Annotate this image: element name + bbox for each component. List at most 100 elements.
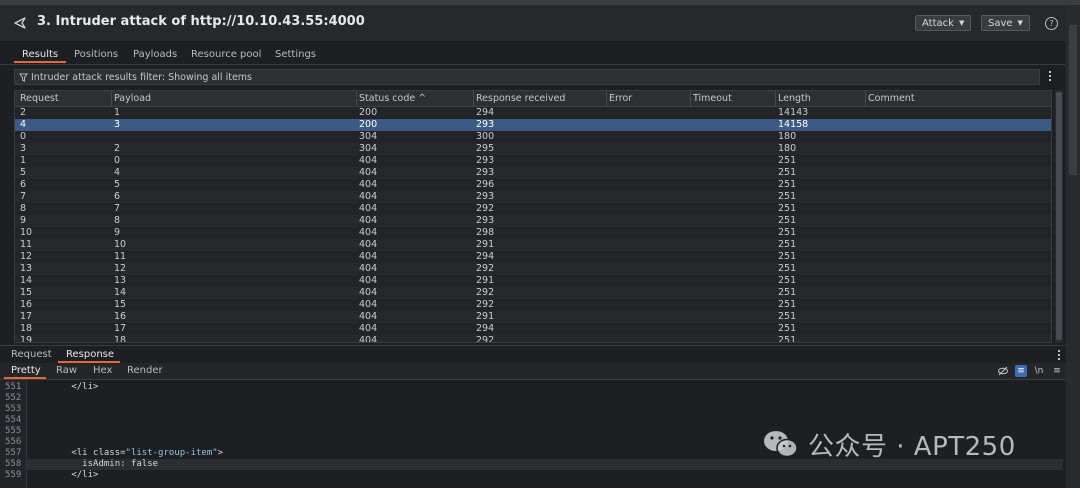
tab-positions[interactable]: Positions	[74, 49, 118, 60]
newline-icon[interactable]: \n	[1033, 365, 1045, 377]
help-icon[interactable]: ?	[1045, 17, 1058, 30]
cell-status-code: 404	[359, 323, 378, 334]
attack-button[interactable]: Attack ▼	[915, 15, 972, 31]
table-row[interactable]: 9 8 404 293 251	[15, 215, 1051, 227]
column-error[interactable]: Error	[609, 93, 632, 104]
tab-response[interactable]: Response	[66, 349, 114, 360]
cell-response-received: 291	[476, 239, 495, 250]
cell-response-received: 294	[476, 323, 495, 334]
table-row[interactable]: 2 1 200 294 14143	[15, 107, 1051, 119]
table-row[interactable]: 14 13 404 291 251	[15, 275, 1051, 287]
column-divider[interactable]	[775, 91, 776, 106]
tab-resource-pool[interactable]: Resource pool	[191, 49, 261, 60]
table-row[interactable]: 3 2 304 295 180	[15, 143, 1051, 155]
table-row[interactable]: 6 5 404 296 251	[15, 179, 1051, 191]
attack-title: 3. Intruder attack of http://10.10.43.55…	[37, 14, 365, 29]
table-row[interactable]: 13 12 404 292 251	[15, 263, 1051, 275]
filter-menu-icon[interactable]	[1048, 71, 1052, 83]
column-status-code[interactable]: Status code ^	[359, 93, 426, 104]
cell-response-received: 293	[476, 167, 495, 178]
table-row[interactable]: 12 11 404 294 251	[15, 251, 1051, 263]
send-icon[interactable]	[12, 15, 28, 31]
attack-button-label: Attack	[922, 17, 954, 29]
cell-payload: 4	[114, 167, 121, 178]
cell-request: 11	[20, 239, 33, 250]
message-menu-icon[interactable]	[1057, 350, 1061, 362]
cell-length: 251	[778, 203, 797, 214]
column-divider[interactable]	[865, 91, 866, 106]
column-divider[interactable]	[606, 91, 607, 106]
table-row[interactable]: 1 0 404 293 251	[15, 155, 1051, 167]
tab-settings[interactable]: Settings	[275, 49, 316, 60]
cell-response-received: 295	[476, 143, 495, 154]
menu-icon[interactable]: ≡	[1051, 365, 1063, 377]
column-request[interactable]: Request	[20, 93, 59, 104]
cell-payload: 17	[114, 323, 127, 334]
table-row[interactable]: 18 17 404 294 251	[15, 323, 1051, 335]
cell-payload: 15	[114, 299, 127, 310]
line-number: 554	[5, 415, 22, 425]
column-divider[interactable]	[473, 91, 474, 106]
cell-payload: 14	[114, 287, 127, 298]
chevron-down-icon: ▼	[1017, 19, 1023, 27]
table-row[interactable]: 0 304 300 180	[15, 131, 1051, 143]
cell-response-received: 296	[476, 179, 495, 190]
column-divider[interactable]	[356, 91, 357, 106]
tab-results[interactable]: Results	[22, 49, 58, 60]
column-comment[interactable]: Comment	[868, 93, 915, 104]
cell-response-received: 300	[476, 131, 495, 142]
table-row[interactable]: 10 9 404 298 251	[15, 227, 1051, 239]
line-number: 556	[5, 437, 22, 447]
eye-off-icon[interactable]	[997, 365, 1009, 377]
wechat-icon	[764, 431, 798, 458]
cell-request: 15	[20, 287, 33, 298]
cell-length: 251	[778, 191, 797, 202]
watermark-text: 公众号 · APT250	[808, 431, 1016, 462]
cell-request: 6	[20, 179, 27, 190]
table-row[interactable]: 17 16 404 291 251	[15, 311, 1051, 323]
cell-status-code: 404	[359, 263, 378, 274]
column-divider[interactable]	[690, 91, 691, 106]
code-line: isAdmin: false	[28, 459, 159, 469]
line-number: 553	[5, 404, 22, 414]
column-length[interactable]: Length	[778, 93, 811, 104]
tab-request[interactable]: Request	[11, 349, 52, 360]
table-row[interactable]: 8 7 404 292 251	[15, 203, 1051, 215]
save-button[interactable]: Save ▼	[981, 15, 1030, 31]
cell-length: 251	[778, 263, 797, 274]
cell-length: 251	[778, 155, 797, 166]
tab-payloads[interactable]: Payloads	[133, 49, 177, 60]
cell-response-received: 292	[476, 263, 495, 274]
cell-length: 14158	[778, 119, 809, 130]
cell-status-code: 404	[359, 203, 378, 214]
cell-request: 17	[20, 311, 33, 322]
active-tab-underline	[4, 377, 46, 379]
cell-status-code: 304	[359, 143, 378, 154]
table-row[interactable]: 4 3 200 293 14158	[15, 119, 1051, 131]
wrap-icon[interactable]: ≡	[1015, 365, 1027, 377]
results-filter-bar[interactable]: Intruder attack results filter: Showing …	[14, 69, 1040, 85]
cell-status-code: 404	[359, 251, 378, 262]
tab-render[interactable]: Render	[127, 365, 163, 376]
table-row[interactable]: 19 18 404 292 251	[15, 335, 1051, 343]
cell-request: 18	[20, 323, 33, 334]
column-payload[interactable]: Payload	[114, 93, 151, 104]
table-row[interactable]: 5 4 404 293 251	[15, 167, 1051, 179]
table-row[interactable]: 7 6 404 293 251	[15, 191, 1051, 203]
table-row[interactable]: 15 14 404 292 251	[15, 287, 1051, 299]
tab-hex[interactable]: Hex	[93, 365, 112, 376]
column-divider[interactable]	[111, 91, 112, 106]
column-response-received[interactable]: Response received	[476, 93, 565, 104]
cell-payload: 1	[114, 107, 121, 118]
cell-length: 251	[778, 335, 797, 343]
table-row[interactable]: 16 15 404 292 251	[15, 299, 1051, 311]
cell-status-code: 404	[359, 335, 378, 343]
table-row[interactable]: 11 10 404 291 251	[15, 239, 1051, 251]
chevron-down-icon: ▼	[958, 19, 965, 27]
cell-status-code: 404	[359, 311, 378, 322]
tab-pretty[interactable]: Pretty	[11, 365, 41, 376]
scrollbar-thumb[interactable]	[1056, 92, 1062, 340]
tab-raw[interactable]: Raw	[56, 365, 77, 376]
column-timeout[interactable]: Timeout	[693, 93, 732, 104]
table-scrollbar[interactable]	[1055, 90, 1063, 343]
